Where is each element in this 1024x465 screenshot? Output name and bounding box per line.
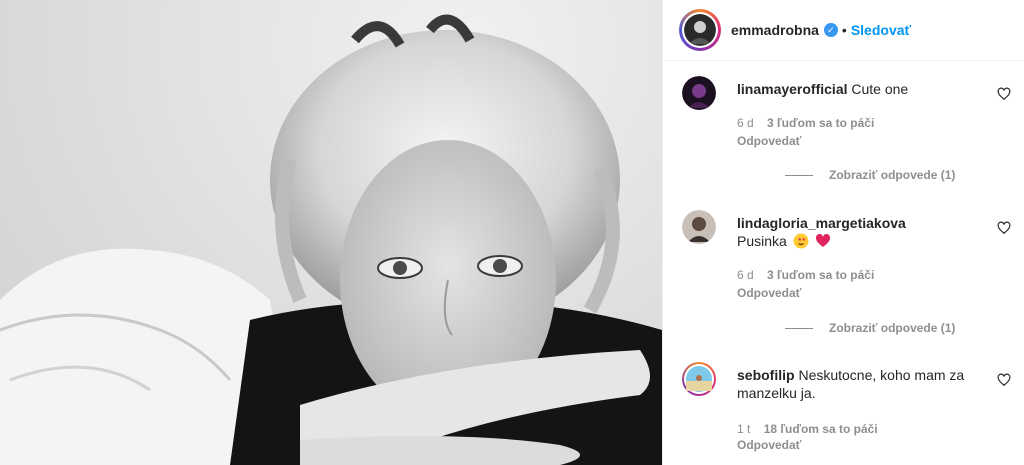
comment-meta: 1 t 18 ľuďom sa to páči — [737, 422, 878, 436]
replies-divider — [785, 174, 813, 176]
heart-outline-icon[interactable] — [997, 221, 1011, 235]
portrait-illustration — [0, 14, 662, 465]
follow-button[interactable]: Sledovať — [851, 22, 911, 38]
comment-username[interactable]: lindagloria_margetiakova — [737, 215, 906, 231]
comment-text-block: lindagloria_margetiakova Pusinka ★ ★ — [737, 214, 987, 250]
view-replies-button[interactable]: Zobraziť odpovede (1) — [785, 168, 955, 182]
commenter-avatar — [684, 364, 714, 394]
separator-dot: • — [841, 22, 847, 38]
comment-username[interactable]: linamayerofficial — [737, 81, 848, 97]
verified-badge-icon: ✓ — [823, 23, 838, 37]
author-username[interactable]: emmadrobna — [731, 22, 819, 38]
reply-button[interactable]: Odpovedať — [737, 438, 801, 452]
comment-meta: 6 d 3 ľuďom sa to páči — [737, 116, 874, 130]
heart-outline-icon[interactable] — [997, 373, 1011, 387]
reply-button[interactable]: Odpovedať — [737, 134, 801, 148]
commenter-avatar[interactable] — [682, 76, 716, 110]
author-avatar-ring[interactable] — [679, 9, 721, 51]
comment-meta: 6 d 3 ľuďom sa to páči — [737, 268, 874, 282]
view-replies-label: Zobraziť odpovede (1) — [829, 168, 956, 182]
star-struck-emoji-icon: ★ ★ — [793, 233, 809, 249]
comment-likes[interactable]: 18 ľuďom sa to páči — [764, 422, 878, 436]
comment-text: Pusinka — [737, 233, 787, 249]
red-heart-emoji-icon — [815, 233, 830, 247]
view-replies-button[interactable]: Zobraziť odpovede (1) — [785, 321, 955, 335]
post-header: emmadrobna ✓ • Sledovať — [663, 0, 1024, 61]
comment-username[interactable]: sebofilip — [737, 367, 795, 383]
replies-divider — [785, 327, 813, 329]
comment-likes[interactable]: 3 ľuďom sa to páči — [767, 268, 874, 282]
reply-button[interactable]: Odpovedať — [737, 286, 801, 300]
heart-outline-icon[interactable] — [997, 87, 1011, 101]
comment-text-block: linamayerofficial Cute one — [737, 80, 987, 98]
author-avatar-frame — [682, 12, 718, 48]
view-replies-label: Zobraziť odpovede (1) — [829, 321, 956, 335]
comment-time[interactable]: 6 d — [737, 268, 754, 282]
commenter-avatar[interactable] — [682, 210, 716, 244]
commenter-avatar-ring[interactable] — [682, 362, 716, 396]
comment-likes[interactable]: 3 ľuďom sa to páči — [767, 116, 874, 130]
comment-time[interactable]: 1 t — [737, 422, 750, 436]
comments-panel: emmadrobna ✓ • Sledovať linamayerofficia… — [662, 0, 1024, 465]
svg-text:★: ★ — [801, 237, 806, 243]
comment-time[interactable]: 6 d — [737, 116, 754, 130]
comment-text: Cute one — [851, 81, 909, 97]
comment-text-block: sebofilip Neskutocne, koho mam za manzel… — [737, 366, 987, 402]
post-photo[interactable] — [0, 0, 662, 465]
author-avatar — [684, 14, 716, 46]
